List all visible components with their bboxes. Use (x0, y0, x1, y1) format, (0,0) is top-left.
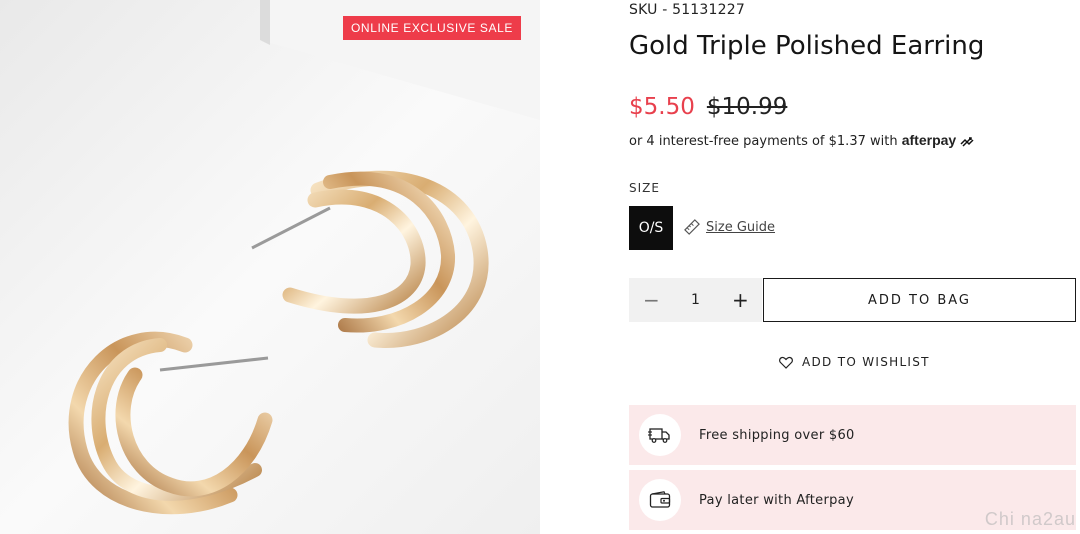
watermark: Chi na2au (984, 509, 1076, 529)
size-option-os[interactable]: O/S (629, 206, 673, 250)
delivery-truck-icon (648, 428, 670, 443)
ruler-icon (684, 219, 700, 235)
add-to-bag-button[interactable]: ADD TO BAG (763, 278, 1076, 322)
afterpay-logo[interactable]: afterpay (902, 132, 956, 148)
decrease-quantity-button[interactable]: − (643, 288, 660, 312)
add-to-wishlist-button[interactable]: ADD TO WISHLIST (779, 355, 930, 369)
earrings-photo (0, 0, 540, 534)
product-sku: SKU - 51131227 (629, 2, 745, 18)
product-info: SKU - 51131227 Gold Triple Polished Earr… (629, 0, 1080, 534)
wallet-icon (649, 491, 671, 508)
perk-label: Pay later with Afterpay (699, 492, 854, 508)
perk-icon-wrapper (639, 479, 681, 521)
product-image[interactable]: ONLINE EXCLUSIVE SALE (0, 0, 540, 534)
price-row: $5.50 $10.99 (629, 94, 787, 120)
size-guide-link[interactable]: Size Guide (684, 219, 775, 235)
quantity-stepper: − 1 + (629, 278, 762, 322)
sale-price: $5.50 (629, 94, 695, 120)
afterpay-text: or 4 interest-free payments of $1.37 wit… (629, 134, 898, 149)
size-label: SIZE (629, 181, 660, 195)
wishlist-label: ADD TO WISHLIST (802, 355, 930, 369)
heart-icon (779, 356, 793, 369)
afterpay-installments: or 4 interest-free payments of $1.37 wit… (629, 132, 974, 149)
increase-quantity-button[interactable]: + (732, 288, 749, 312)
original-price: $10.99 (706, 94, 788, 120)
product-title: Gold Triple Polished Earring (629, 31, 985, 61)
perk-icon-wrapper (639, 414, 681, 456)
afterpay-arrows-icon (960, 136, 974, 147)
perk-free-shipping: Free shipping over $60 (629, 405, 1076, 465)
perk-label: Free shipping over $60 (699, 427, 855, 443)
sale-badge: ONLINE EXCLUSIVE SALE (343, 16, 521, 40)
quantity-value[interactable]: 1 (691, 292, 700, 308)
size-guide-label[interactable]: Size Guide (706, 220, 775, 235)
